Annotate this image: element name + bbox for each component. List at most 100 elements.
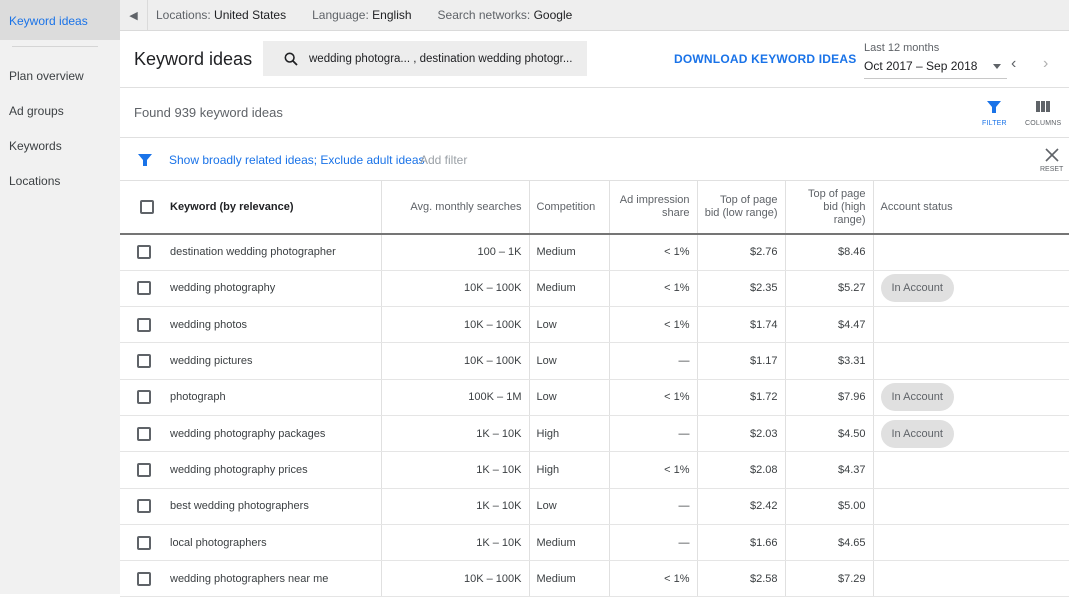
- next-period-button[interactable]: ›: [1043, 55, 1048, 73]
- row-select-cell: [120, 234, 163, 271]
- row-select-cell: [120, 342, 163, 380]
- results-toolbar: Found 939 keyword ideas FILTER COLUMNS: [120, 88, 1069, 138]
- caret-left-icon: ◀: [129, 9, 138, 22]
- bid-high-cell: $7.29: [785, 560, 874, 597]
- row-checkbox[interactable]: [137, 535, 151, 550]
- account-status-badge: In Account: [880, 419, 954, 448]
- search-icon: [284, 52, 298, 66]
- avg-monthly-searches-cell: 1K – 10K: [381, 524, 530, 562]
- results-count: Found 939 keyword ideas: [134, 105, 283, 120]
- date-range-label: Last 12 months: [864, 42, 940, 54]
- avg-monthly-searches-cell: 10K – 100K: [381, 270, 530, 308]
- reset-filters-button[interactable]: RESET: [1040, 148, 1063, 173]
- filter-icon: [138, 154, 152, 166]
- bid-low-cell: $2.42: [697, 488, 786, 525]
- avg-monthly-searches-cell: 100K – 1M: [381, 379, 530, 416]
- account-status-cell: [873, 488, 1069, 525]
- row-checkbox[interactable]: [137, 426, 151, 441]
- header-bid-low[interactable]: Top of page bid (low range): [697, 181, 786, 235]
- columns-button[interactable]: COLUMNS: [1025, 99, 1061, 127]
- sidebar-divider: [12, 46, 98, 47]
- page-header: Keyword ideas wedding photogra... , dest…: [120, 31, 1069, 88]
- competition-cell: Medium: [529, 234, 610, 271]
- bid-high-cell: $8.46: [785, 234, 874, 271]
- bid-low-cell: $1.17: [697, 342, 786, 380]
- keyword-cell: wedding photography prices: [163, 451, 382, 489]
- ad-impression-share-cell: < 1%: [609, 379, 698, 416]
- download-keyword-ideas-button[interactable]: DOWNLOAD KEYWORD IDEAS: [674, 52, 856, 66]
- keyword-cell: local photographers: [163, 524, 382, 562]
- language-setting[interactable]: Language: English: [312, 8, 411, 22]
- active-filters-link[interactable]: Show broadly related ideas; Exclude adul…: [169, 153, 425, 167]
- row-select-cell: [120, 524, 163, 562]
- keyword-cell: wedding pictures: [163, 342, 382, 380]
- sidebar-item-ad-groups[interactable]: Ad groups: [0, 94, 120, 129]
- page-title: Keyword ideas: [134, 48, 253, 69]
- keyword-cell: best wedding photographers: [163, 488, 382, 525]
- select-all-checkbox[interactable]: [139, 200, 154, 214]
- row-checkbox[interactable]: [137, 499, 151, 514]
- avg-monthly-searches-cell: 10K – 100K: [381, 306, 530, 344]
- sidebar-item-plan-overview[interactable]: Plan overview: [0, 59, 120, 94]
- header-ad-impression-share[interactable]: Ad impression share: [609, 181, 698, 235]
- select-all-cell: [120, 181, 163, 235]
- chevron-left-icon: ‹: [1011, 55, 1017, 72]
- bid-low-cell: $2.35: [697, 270, 786, 308]
- header-avg-monthly-searches[interactable]: Avg. monthly searches: [381, 181, 530, 235]
- filter-bar: Show broadly related ideas; Exclude adul…: [120, 138, 1069, 181]
- filter-button[interactable]: FILTER: [982, 99, 1007, 127]
- bid-high-cell: $4.65: [785, 524, 874, 562]
- row-checkbox[interactable]: [137, 571, 151, 586]
- header-account-status[interactable]: Account status: [873, 181, 1069, 235]
- networks-setting[interactable]: Search networks: Google: [438, 8, 573, 22]
- search-value: wedding photogra... , destination weddin…: [309, 52, 573, 65]
- ad-impression-share-cell: —: [609, 488, 698, 525]
- row-checkbox[interactable]: [137, 354, 151, 369]
- row-checkbox[interactable]: [137, 281, 151, 296]
- date-range-select[interactable]: Oct 2017 – Sep 2018: [864, 59, 1007, 79]
- add-filter-button[interactable]: Add filter: [420, 153, 467, 167]
- account-status-cell: In Account: [873, 415, 1069, 453]
- row-checkbox[interactable]: [137, 317, 151, 332]
- sidebar-item-locations[interactable]: Locations: [0, 164, 120, 199]
- keyword-cell: photograph: [163, 379, 382, 416]
- row-checkbox[interactable]: [137, 390, 151, 405]
- locations-setting[interactable]: Locations: United States: [156, 8, 286, 22]
- table-row: wedding photographers near me 10K – 100K M…: [120, 560, 1069, 597]
- bid-high-cell: $4.37: [785, 451, 874, 489]
- header-bid-high[interactable]: Top of page bid (high range): [785, 181, 874, 235]
- account-status-cell: [873, 234, 1069, 271]
- sidebar-item-keywords[interactable]: Keywords: [0, 129, 120, 164]
- bid-low-cell: $1.66: [697, 524, 786, 562]
- bid-high-cell: $4.47: [785, 306, 874, 344]
- bid-low-cell: $2.76: [697, 234, 786, 271]
- chevron-right-icon: ›: [1043, 55, 1049, 72]
- account-status-badge: In Account: [880, 274, 954, 303]
- competition-cell: High: [529, 451, 610, 489]
- competition-cell: High: [529, 415, 610, 453]
- table-row: local photographers 1K – 10K Medium — $1.66 $…: [120, 524, 1069, 562]
- avg-monthly-searches-cell: 10K – 100K: [381, 342, 530, 380]
- avg-monthly-searches-cell: 1K – 10K: [381, 488, 530, 525]
- header-keyword[interactable]: Keyword (by relevance): [163, 181, 382, 235]
- account-status-cell: [873, 451, 1069, 489]
- row-select-cell: [120, 415, 163, 453]
- keyword-cell: destination wedding photographer: [163, 234, 382, 271]
- table-row: destination wedding photographer 100 – 1K…: [120, 234, 1069, 271]
- sidebar-item-keyword-ideas[interactable]: Keyword ideas: [0, 0, 120, 40]
- header-competition[interactable]: Competition: [529, 181, 610, 235]
- filter-icon: [987, 101, 1002, 113]
- keyword-search-input[interactable]: wedding photogra... , destination weddin…: [263, 41, 587, 76]
- account-status-cell: [873, 306, 1069, 344]
- collapse-sidebar-button[interactable]: ◀: [120, 0, 148, 31]
- competition-cell: Low: [529, 342, 610, 380]
- competition-cell: Low: [529, 488, 610, 525]
- bid-high-cell: $7.96: [785, 379, 874, 416]
- row-checkbox[interactable]: [137, 462, 151, 477]
- table-row: wedding photos 10K – 100K Low < 1% $1.74 $4.4…: [120, 306, 1069, 344]
- previous-period-button[interactable]: ‹: [1011, 55, 1016, 73]
- columns-icon: [1036, 101, 1051, 112]
- table-row: photograph 100K – 1M Low < 1% $1.72 $7.96 In A…: [120, 379, 1069, 416]
- row-checkbox[interactable]: [137, 245, 151, 260]
- bid-high-cell: $5.00: [785, 488, 874, 525]
